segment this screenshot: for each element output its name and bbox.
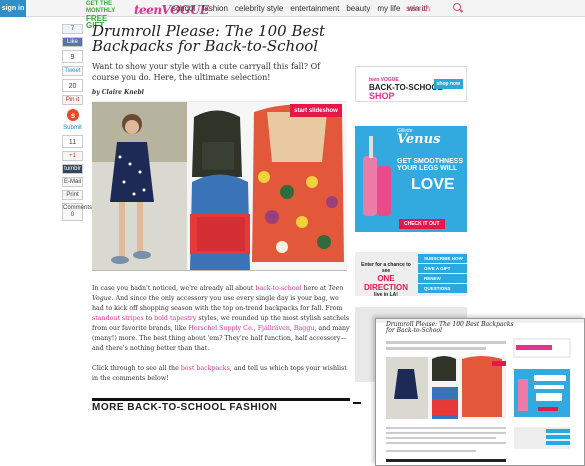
back-to-school-link[interactable]: back-to-school <box>255 285 301 292</box>
divider <box>353 402 361 404</box>
start-slideshow-button[interactable]: start slideshow <box>290 104 342 117</box>
promo-line-1: GET THE MONTHLY <box>86 1 116 14</box>
shop-now-button[interactable]: shop now <box>433 79 463 89</box>
stumbleupon-icon[interactable]: s <box>62 108 83 121</box>
page-thumbnail-overlay: Drumroll Please: The 100 Best Backpacks … <box>375 318 585 466</box>
share-rail: 7 Like 9 Tweet 20 Pin it s Submit 11 +1 … <box>62 24 93 224</box>
best-backpacks-link[interactable]: best backpacks <box>181 365 230 372</box>
top-navigation-bar: sign in GET THE MONTHLY FREE GIFT teenVO… <box>0 0 585 30</box>
subscribe-now-button[interactable]: SUBSCRIBE NOW <box>418 254 467 263</box>
sign-in-button[interactable]: sign in <box>0 0 26 17</box>
renew-button[interactable]: RENEW <box>418 274 467 283</box>
email-button[interactable]: E-Mail <box>62 177 83 187</box>
svg-text:s: s <box>70 111 75 120</box>
nav-item-school[interactable]: school <box>172 4 195 13</box>
body-text: In case you hadn't noticed, we're alread… <box>92 285 256 292</box>
comments-count: 0 <box>70 212 75 218</box>
main-nav: school fashion celebrity style entertain… <box>172 4 428 13</box>
article-body: In case you hadn't noticed, we're alread… <box>92 284 350 384</box>
nav-item-celebrity-style[interactable]: celebrity style <box>235 4 283 13</box>
standout-stripes-link[interactable]: standout stripes <box>92 315 144 322</box>
shop-ad-text: teen VOGUE BACK-TO-SCHOOL SHOP <box>369 76 443 101</box>
venus-headline: GET SMOOTHNESS YOUR LEGS WILL <box>397 158 464 172</box>
shop-ad-shop: SHOP <box>369 91 395 101</box>
article-paragraph-2: Click through to see all the best backpa… <box>92 364 350 384</box>
article-title: Drumroll Please: The 100 Best Backpacks … <box>92 22 326 55</box>
article-paragraph-1: In case you hadn't noticed, we're alread… <box>92 284 350 354</box>
nav-item-beauty[interactable]: beauty <box>346 4 370 13</box>
facebook-like-button[interactable]: Like <box>62 37 83 47</box>
body-text: Click through to see all the <box>92 365 181 372</box>
venus-ad[interactable]: Gillette Venus GET SMOOTHNESS YOUR LEGS … <box>355 126 467 232</box>
venus-brand: Venus <box>397 132 441 147</box>
hero-image[interactable] <box>92 101 347 271</box>
article-byline: by Claire Knebl <box>92 89 144 96</box>
herschel-link[interactable]: Herschel Supply Co. <box>188 325 253 332</box>
body-text: . And since the only accessory you use e… <box>92 295 343 312</box>
check-it-out-button[interactable]: CHECK IT OUT <box>399 219 445 229</box>
body-text: here at <box>301 285 329 292</box>
article-intro: Want to show your style with a cute carr… <box>92 62 321 82</box>
back-to-school-shop-ad[interactable]: teen VOGUE BACK-TO-SCHOOL SHOP shop now <box>355 66 467 102</box>
pin-it-button[interactable]: Pin it <box>62 95 83 105</box>
body-text: to <box>143 315 155 322</box>
gplus-count: 11 <box>62 135 83 148</box>
facebook-like-count: 7 <box>62 24 83 34</box>
fjallraven-link[interactable]: Fjällräven <box>258 325 290 332</box>
tweet-button[interactable]: Tweet <box>62 66 83 76</box>
nav-item-my-life[interactable]: my life <box>377 4 400 13</box>
subscribe-box: Enter for a chance to see ONE DIRECTION … <box>355 252 467 298</box>
pin-count: 20 <box>62 79 83 92</box>
search-icon[interactable] <box>453 3 461 11</box>
contest-promo[interactable]: Enter for a chance to see ONE DIRECTION … <box>359 262 413 298</box>
tweet-count: 9 <box>62 50 83 63</box>
razor-product-image <box>363 136 391 216</box>
nav-item-fashion[interactable]: fashion <box>202 4 228 13</box>
venus-love: LOVE <box>411 176 455 193</box>
contest-line-2: ONE DIRECTION <box>364 274 408 292</box>
baggu-link[interactable]: Baggu <box>294 325 315 332</box>
backpacks-photo <box>92 102 347 270</box>
questions-button[interactable]: QUESTIONS <box>418 284 467 293</box>
thumbnail-page-graphic <box>386 338 571 462</box>
tumblr-button[interactable]: tumblr <box>62 164 83 174</box>
contest-line-1: Enter for a chance to see <box>361 262 411 274</box>
more-back-to-school-heading: MORE BACK-TO-SCHOOL FASHION <box>92 398 350 413</box>
print-button[interactable]: Print <box>62 190 83 200</box>
stumble-glyph: s <box>66 109 79 121</box>
comments-label: Comments <box>63 205 93 211</box>
bold-tapestry-link[interactable]: bold tapestry <box>154 315 196 322</box>
nav-item-entertainment[interactable]: entertainment <box>290 4 339 13</box>
stumble-submit-button[interactable]: Submit <box>62 124 83 132</box>
give-a-gift-button[interactable]: GIVE A GIFT <box>418 264 467 273</box>
contest-line-3: live in LA! <box>374 292 398 298</box>
comments-button[interactable]: Comments 0 <box>62 203 93 221</box>
search-input[interactable]: search <box>406 4 430 13</box>
google-plus-button[interactable]: +1 <box>62 151 83 161</box>
